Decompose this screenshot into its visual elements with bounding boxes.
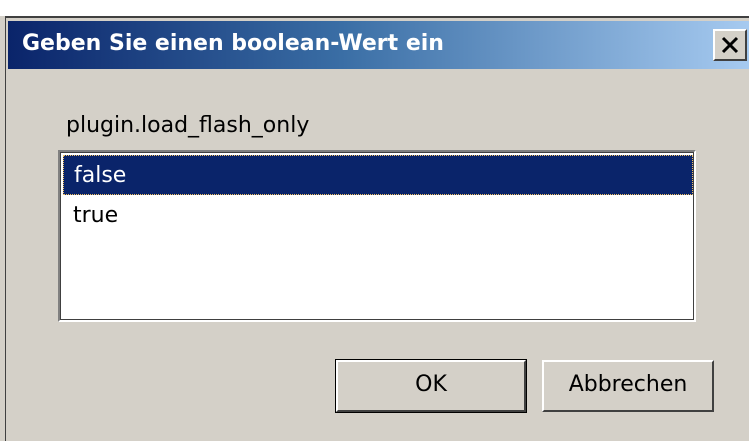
dialog-titlebar[interactable]: Geben Sie einen boolean-Wert ein <box>8 21 749 69</box>
preference-name-label: plugin.load_flash_only <box>66 113 310 138</box>
window-left-edge <box>0 16 6 441</box>
boolean-input-dialog: Geben Sie einen boolean-Wert ein plugin.… <box>0 0 749 441</box>
window-top-edge <box>0 0 749 18</box>
close-button[interactable] <box>713 29 747 61</box>
list-item-true[interactable]: true <box>63 196 693 236</box>
dialog-title: Geben Sie einen boolean-Wert ein <box>22 31 444 56</box>
ok-button[interactable]: OK <box>335 359 527 413</box>
list-item-false[interactable]: false <box>63 155 693 195</box>
value-listbox[interactable]: false true <box>58 150 696 322</box>
cancel-button[interactable]: Abbrechen <box>542 360 714 412</box>
